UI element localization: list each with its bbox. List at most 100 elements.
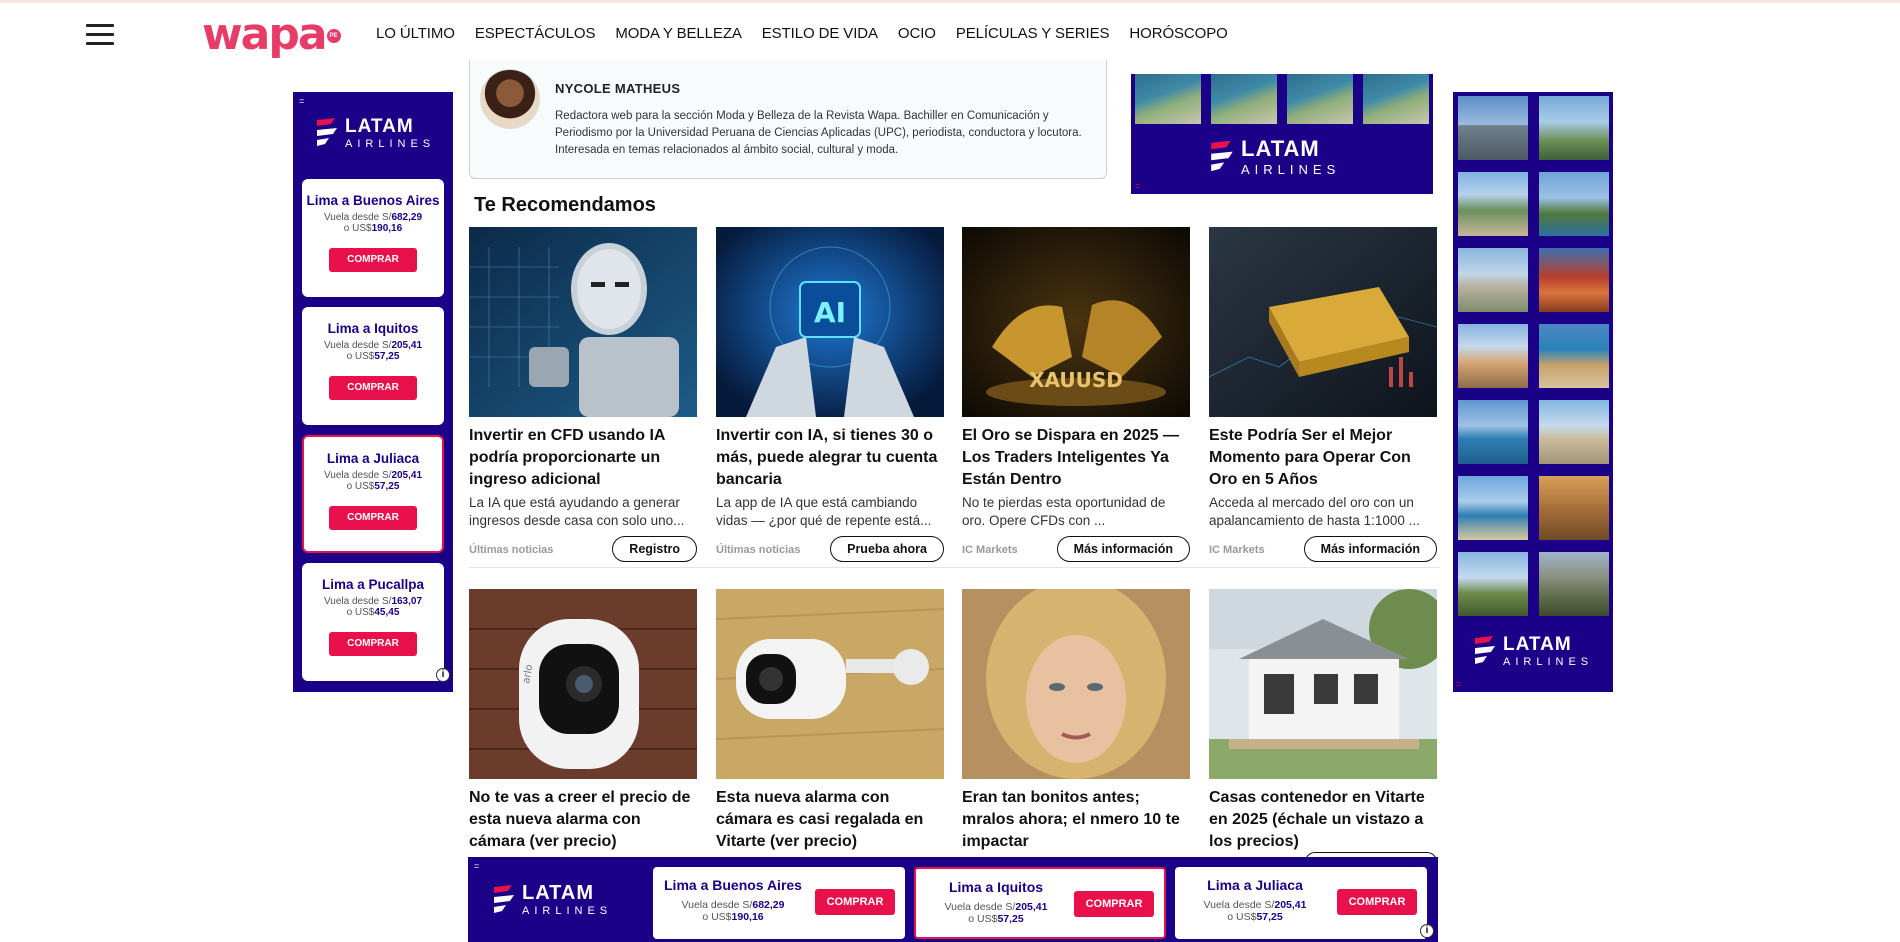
info-icon[interactable]: i [1420,924,1434,938]
recommend-card[interactable]: Esta nueva alarma con cámara es casi reg… [716,589,944,853]
card-title[interactable]: Invertir en CFD usando IA podría proporc… [469,425,697,491]
comprar-button[interactable]: COMPRAR [815,889,895,915]
recommend-card[interactable]: Este Podría Ser el Mejor Momento para Op… [1209,227,1437,562]
recommend-card[interactable]: Eran tan bonitos antes; mralos ahora; el… [962,589,1190,853]
destination-photo [1458,476,1528,540]
card-description: La IA que está ayudando a generar ingres… [469,495,685,528]
xauusd-label: XAUUSD [1029,368,1123,392]
latam-logo: LATAM AIRLINES [1473,634,1593,668]
bottom-route-buenos-aires[interactable]: Lima a Buenos Aires Vuela desde S/682,29… [653,867,905,939]
gold-bar-thumbnail [1209,227,1437,417]
left-latam-ad[interactable]: = LATAM AIRLINES Lima a Buenos Aires Vue… [293,92,453,692]
recommend-card[interactable]: XAUUSD El Oro se Dispara en 2025 — Los T… [962,227,1190,562]
route-price-soles: Vuela desde S/682,29 [681,899,785,911]
card-source: IC Markets [962,544,1018,556]
mas-informacion-button[interactable]: Más información [1056,536,1190,562]
destination-photo [1539,400,1609,464]
comprar-button[interactable]: COMPRAR [1074,891,1154,917]
latam-wordmark: LATAM [345,115,414,137]
route-name: Lima a Juliaca [326,451,420,466]
comprar-button[interactable]: COMPRAR [1337,889,1417,915]
comprar-button[interactable]: COMPRAR [329,632,417,656]
route-name: Lima a Juliaca [1207,877,1303,893]
card-title[interactable]: No te vas a creer el precio de esta nuev… [469,787,697,853]
route-card-pucallpa[interactable]: Lima a Pucallpa Vuela desde S/163,07 o U… [302,563,444,681]
route-card-juliaca[interactable]: Lima a Juliaca Vuela desde S/205,41 o US… [302,435,444,553]
ad-marker: = [299,96,305,106]
bottom-latam-ad[interactable]: = LATAM AIRLINES Lima a Buenos Aires Vue… [468,857,1438,942]
latam-wordmark: LATAM [1503,633,1572,655]
latam-wordmark: LATAM [522,882,595,904]
destination-photo [1135,74,1201,124]
card-title[interactable]: Esta nueva alarma con cámara es casi reg… [716,787,944,853]
recommend-card[interactable]: AI Invertir con IA, si tienes 30 o más, … [716,227,944,562]
ai-chip-thumbnail: AI [716,227,944,417]
section-title: Te Recomendamos [474,194,656,216]
destination-photo [1458,400,1528,464]
latam-logo: LATAM AIRLINES [315,116,435,150]
destination-photo [1539,96,1609,160]
destination-photo [1458,324,1528,388]
route-price-soles: Vuela desde S/205,41 [323,470,423,481]
registro-button[interactable]: Registro [612,536,697,562]
nav-lo-ultimo[interactable]: LO ÚLTIMO [376,25,455,42]
portrait-thumbnail [962,589,1190,779]
site-header: wapa PE LO ÚLTIMO ESPECTÁCULOS MODA Y BE… [0,3,1900,67]
route-price-usd: o US$190,16 [702,911,764,923]
nav-espectaculos[interactable]: ESPECTÁCULOS [475,25,596,42]
bottom-route-iquitos[interactable]: Lima a Iquitos Vuela desde S/205,41 o US… [914,867,1166,939]
latam-logo-icon [1475,636,1495,664]
comprar-button[interactable]: COMPRAR [329,248,417,272]
latam-sub-wordmark: AIRLINES [1503,655,1594,668]
card-title[interactable]: Este Podría Ser el Mejor Momento para Op… [1209,425,1437,491]
card-title[interactable]: Invertir con IA, si tienes 30 o más, pue… [716,425,944,491]
route-price-usd: o US$190,16 [343,223,403,234]
nav-moda-y-belleza[interactable]: MODA Y BELLEZA [615,25,742,42]
destination-photo [1458,96,1528,160]
bottom-route-juliaca[interactable]: Lima a Juliaca Vuela desde S/205,41 o US… [1175,867,1427,939]
card-source: Últimas noticias [716,544,801,556]
route-card-iquitos[interactable]: Lima a Iquitos Vuela desde S/205,41 o US… [302,307,444,425]
route-price-soles: Vuela desde S/205,41 [1203,899,1307,911]
logo-text: wapa [202,9,328,60]
comprar-button[interactable]: COMPRAR [329,376,417,400]
recommend-card[interactable]: Casas contenedor en Vitarte en 2025 (éch… [1209,589,1437,853]
card-title[interactable]: El Oro se Dispara en 2025 — Los Traders … [962,425,1190,491]
route-price-usd: o US$57,25 [346,351,400,362]
comprar-button[interactable]: COMPRAR [329,506,417,530]
camera-on-wood-thumbnail [716,589,944,779]
hamburger-menu-icon[interactable] [86,24,114,46]
route-name: Lima a Pucallpa [321,577,425,592]
nav-peliculas-y-series[interactable]: PELÍCULAS Y SERIES [956,25,1110,42]
recommend-card[interactable]: arlo No te vas a creer el precio de esta… [469,589,697,853]
ai-chip-label: AI [814,296,846,329]
card-source: IC Markets [1209,544,1265,556]
mas-informacion-button[interactable]: Más información [1303,536,1437,562]
wapa-logo[interactable]: wapa PE [202,13,341,57]
card-title[interactable]: Casas contenedor en Vitarte en 2025 (éch… [1209,787,1437,853]
author-box: NYCOLE MATHEUS Redactora web para la sec… [469,60,1107,179]
card-title[interactable]: Eran tan bonitos antes; mralos ahora; el… [962,787,1190,853]
route-name: Lima a Iquitos [327,321,419,336]
route-card-buenos-aires[interactable]: Lima a Buenos Aires Vuela desde S/682,29… [302,179,444,297]
destination-photo [1539,324,1609,388]
info-icon[interactable]: i [436,668,450,682]
ad-marker: = [474,861,480,871]
nav-ocio[interactable]: OCIO [898,25,936,42]
author-avatar [480,69,540,129]
nav-horoscopo[interactable]: HORÓSCOPO [1129,25,1227,42]
latam-sub-wordmark: AIRLINES [345,137,436,150]
container-house-thumbnail [1209,589,1437,779]
recommend-card[interactable]: Invertir en CFD usando IA podría proporc… [469,227,697,562]
top-right-latam-ad[interactable]: LATAM AIRLINES = [1131,74,1433,194]
route-price-soles: Vuela desde S/205,41 [323,340,423,351]
prueba-ahora-button[interactable]: Prueba ahora [830,536,944,562]
ad-marker: = [1135,181,1141,191]
latam-logo-icon [494,885,514,913]
card-row-divider [469,567,1439,568]
author-name[interactable]: NYCOLE MATHEUS [555,81,680,96]
route-name: Lima a Buenos Aires [306,193,440,208]
destination-photo [1539,172,1609,236]
right-latam-ad[interactable]: LATAM AIRLINES = [1453,92,1613,692]
nav-estilo-de-vida[interactable]: ESTILO DE VIDA [762,25,878,42]
